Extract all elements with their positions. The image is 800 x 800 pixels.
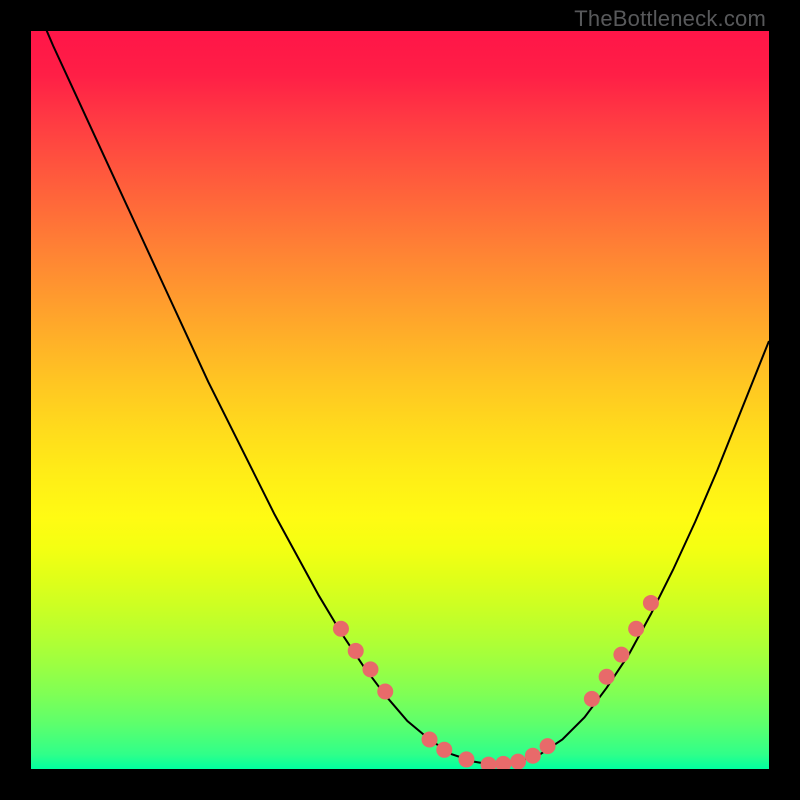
watermark-text: TheBottleneck.com: [574, 6, 766, 32]
gradient-background: [31, 31, 769, 769]
chart-container: TheBottleneck.com: [0, 0, 800, 800]
